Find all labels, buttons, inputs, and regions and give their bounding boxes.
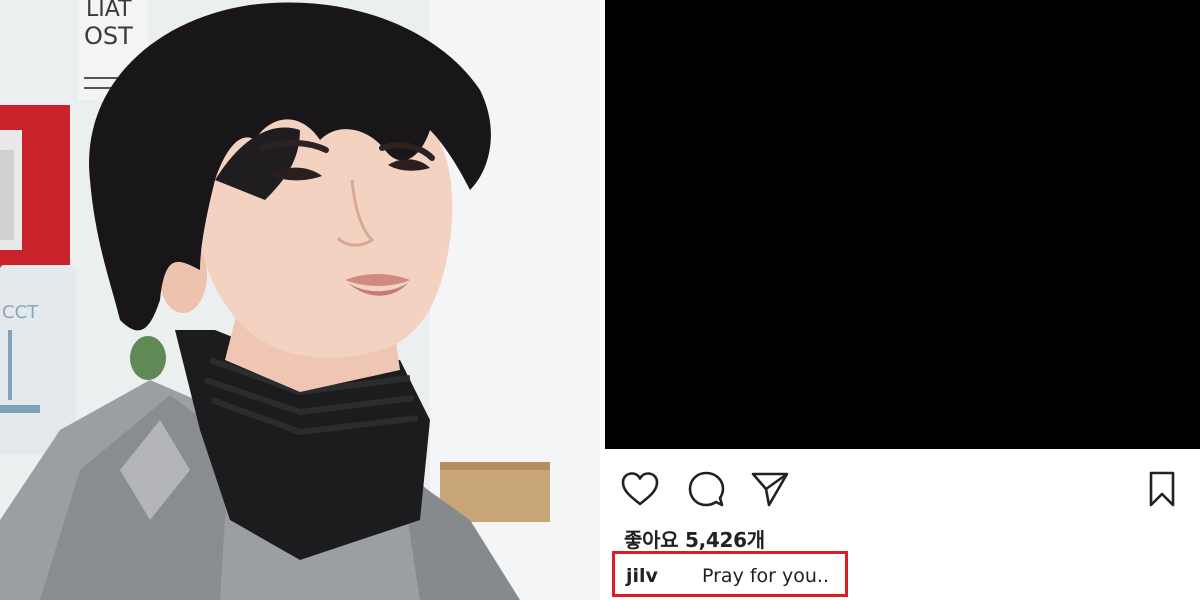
likes-count[interactable]: 좋아요 5,426개 <box>624 524 765 553</box>
sign-text-mid: OST <box>84 22 133 50</box>
sign-text-top: LIAT <box>86 0 132 22</box>
portrait-photo: LIAT OST CCT <box>0 0 600 600</box>
save-button[interactable] <box>1141 468 1183 510</box>
like-button[interactable] <box>619 468 661 510</box>
caption-text: Pray for you.. <box>702 565 830 587</box>
post-black-image[interactable] <box>605 0 1200 449</box>
heart-icon <box>621 472 659 506</box>
comment-icon <box>688 471 725 507</box>
bookmark-icon <box>1149 471 1175 507</box>
svg-text:CCT: CCT <box>2 302 39 323</box>
portrait-illustration: LIAT OST CCT <box>0 0 600 600</box>
comment-button[interactable] <box>685 468 727 510</box>
paper-plane-icon <box>751 472 789 507</box>
instagram-post: 좋아요 5,426개 jilv Pray for you.. <box>605 0 1200 600</box>
caption-highlight: jilv Pray for you.. <box>612 551 848 597</box>
post-action-bar <box>605 460 1200 516</box>
caption-username[interactable]: jilv <box>626 565 658 587</box>
share-button[interactable] <box>749 468 791 510</box>
